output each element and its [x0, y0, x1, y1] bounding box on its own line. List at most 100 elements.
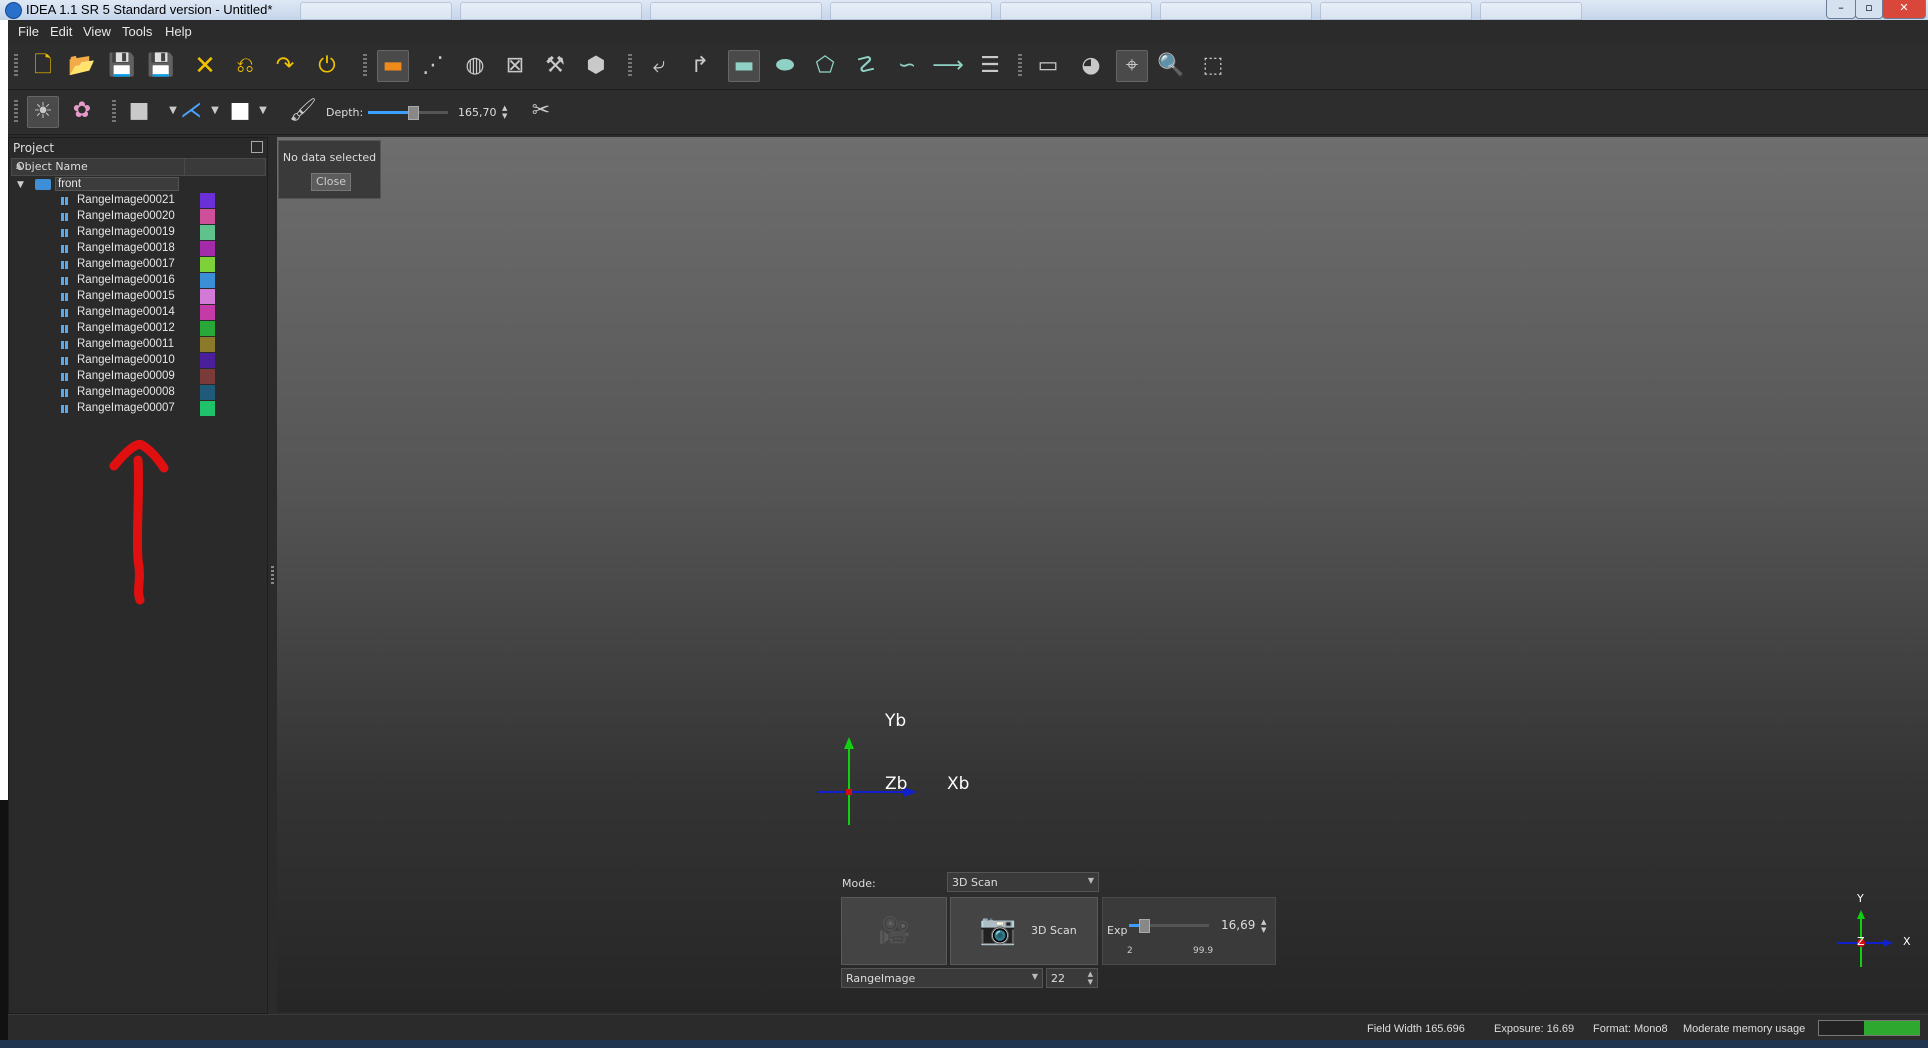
tree-item-label[interactable]: RangeImage00019 — [77, 226, 175, 238]
menu-view[interactable]: View — [83, 24, 111, 39]
chevron-down-icon[interactable]: ▼ — [248, 96, 278, 126]
polygon-select-icon[interactable]: ⬠ — [810, 51, 840, 81]
group-label[interactable]: front — [55, 177, 179, 191]
color-swatch[interactable] — [200, 305, 215, 320]
redo-icon[interactable]: ↷ — [270, 51, 300, 81]
menu-edit[interactable]: Edit — [50, 24, 72, 39]
toolbar-grip[interactable] — [628, 54, 632, 78]
freeform-select-icon[interactable]: ☡ — [851, 51, 881, 81]
toolbar-grip[interactable] — [14, 100, 18, 124]
color-swatch[interactable] — [200, 273, 215, 288]
ellipse-select-icon[interactable]: ⬬ — [770, 51, 800, 81]
color-swatch[interactable] — [200, 225, 215, 240]
tree-item-label[interactable]: RangeImage00012 — [77, 322, 175, 334]
measure-tool-icon[interactable]: ⚒ — [540, 51, 570, 81]
3d-scan-button[interactable]: 📷 3D Scan — [950, 897, 1098, 965]
light-icon[interactable]: ☀ — [27, 96, 59, 128]
exposure-value[interactable]: 16,69 — [1221, 918, 1255, 932]
mode-dropdown[interactable]: 3D Scan ▼ — [947, 872, 1099, 892]
background-window-tab[interactable] — [460, 2, 642, 20]
color-swatch[interactable] — [200, 321, 215, 336]
tree-item-label[interactable]: RangeImage00007 — [77, 402, 175, 414]
color-palette-icon[interactable]: ✿ — [67, 96, 97, 126]
tree-item-label[interactable]: RangeImage00021 — [77, 194, 175, 206]
rotate-view-icon[interactable]: ⌖ — [1116, 50, 1148, 82]
tree-item-label[interactable]: RangeImage00020 — [77, 210, 175, 222]
maximize-button[interactable]: ▫ — [1855, 0, 1883, 19]
save-as-icon[interactable]: 💾 — [146, 51, 176, 81]
tree-item-label[interactable]: RangeImage00009 — [77, 370, 175, 382]
color-swatch[interactable] — [200, 385, 215, 400]
zoom-icon[interactable]: 🔍 — [1156, 51, 1186, 81]
close-window-button[interactable]: ✕ — [1882, 0, 1926, 19]
color-swatch[interactable] — [200, 241, 215, 256]
live-camera-button[interactable]: 🎥 — [841, 897, 947, 965]
point-cloud-icon[interactable]: ⋰ — [418, 51, 448, 81]
color-swatch[interactable] — [200, 193, 215, 208]
tree-item-label[interactable]: RangeImage00008 — [77, 386, 175, 398]
tree-item[interactable]: RangeImage00011 — [9, 337, 259, 353]
expand-arrow-icon[interactable]: ▼ — [17, 180, 24, 190]
tree-item[interactable]: RangeImage00012 — [9, 321, 259, 337]
tree-item[interactable]: RangeImage00009 — [9, 369, 259, 385]
tree-item[interactable]: RangeImage00007 — [9, 401, 259, 417]
globe-mesh-icon[interactable]: ◍ — [460, 51, 490, 81]
exposure-spinner[interactable]: ▲ ▼ — [1261, 918, 1266, 934]
lasso-icon[interactable]: ∽ — [892, 51, 922, 81]
tree-item-label[interactable]: RangeImage00017 — [77, 258, 175, 270]
sphere-view-icon[interactable]: ◕ — [1076, 51, 1106, 81]
tree-group-front[interactable]: ▼ front — [9, 177, 259, 193]
delete-icon[interactable]: ✕ — [190, 51, 220, 81]
tree-item[interactable]: RangeImage00016 — [9, 273, 259, 289]
output-index-spinbox[interactable]: 22 ▲ ▼ — [1046, 968, 1098, 988]
undo-icon[interactable]: ⎌ — [230, 51, 260, 81]
scanner-device-icon[interactable]: ▬ — [377, 50, 409, 82]
new-file-icon[interactable]: 🗋 — [28, 51, 58, 81]
curve-icon[interactable]: ↱ — [685, 51, 715, 81]
tree-item[interactable]: RangeImage00020 — [9, 209, 259, 225]
background-window-tab[interactable] — [1160, 2, 1312, 20]
color-swatch[interactable] — [200, 289, 215, 304]
menu-file[interactable]: File — [18, 24, 39, 39]
info-popup-close-button[interactable]: Close — [311, 173, 351, 191]
toolbar-grip[interactable] — [14, 54, 18, 78]
background-window-tab[interactable] — [830, 2, 992, 20]
tree-item[interactable]: RangeImage00010 — [9, 353, 259, 369]
fill-square-icon[interactable]: ■ — [124, 96, 154, 126]
list-layers-icon[interactable]: ☰ — [975, 51, 1005, 81]
background-window-tab[interactable] — [1000, 2, 1152, 20]
color-swatch[interactable] — [200, 353, 215, 368]
open-folder-icon[interactable]: 📂 — [67, 51, 97, 81]
output-type-dropdown[interactable]: RangeImage ▼ — [841, 968, 1043, 988]
color-swatch[interactable] — [200, 401, 215, 416]
tree-item[interactable]: RangeImage00018 — [9, 241, 259, 257]
color-swatch[interactable] — [200, 337, 215, 352]
float-panel-icon[interactable] — [251, 141, 263, 153]
rectangle-select-icon[interactable]: ▬ — [728, 50, 760, 82]
paint-brush-icon[interactable]: 🖌 — [288, 96, 318, 126]
cube-view-icon[interactable]: ⬚ — [1198, 51, 1228, 81]
color-swatch[interactable] — [200, 209, 215, 224]
menu-help[interactable]: Help — [165, 24, 192, 39]
tree-item[interactable]: RangeImage00019 — [9, 225, 259, 241]
tree-item[interactable]: RangeImage00008 — [9, 385, 259, 401]
panel-splitter[interactable] — [271, 566, 274, 584]
depth-spinner[interactable]: ▲ ▼ — [502, 104, 507, 120]
mesh-grid-icon[interactable]: ⊠ — [500, 51, 530, 81]
os-taskbar[interactable] — [0, 1040, 1928, 1048]
tools-cross-icon[interactable]: ✂ — [526, 96, 556, 126]
tree-item[interactable]: RangeImage00015 — [9, 289, 259, 305]
window-view-icon[interactable]: ▭ — [1033, 51, 1063, 81]
toolbar-grip[interactable] — [1018, 54, 1022, 78]
power-icon[interactable]: ⏻ — [312, 51, 342, 81]
tree-item-label[interactable]: RangeImage00015 — [77, 290, 175, 302]
tree-item[interactable]: RangeImage00017 — [9, 257, 259, 273]
menu-tools[interactable]: Tools — [122, 24, 152, 39]
toolbar-grip[interactable] — [112, 100, 116, 124]
background-window-tab[interactable] — [300, 2, 452, 20]
color-swatch[interactable] — [200, 369, 215, 384]
tree-item[interactable]: RangeImage00014 — [9, 305, 259, 321]
tree-item-label[interactable]: RangeImage00010 — [77, 354, 175, 366]
tree-item-label[interactable]: RangeImage00011 — [77, 338, 174, 350]
tree-item-label[interactable]: RangeImage00016 — [77, 274, 175, 286]
